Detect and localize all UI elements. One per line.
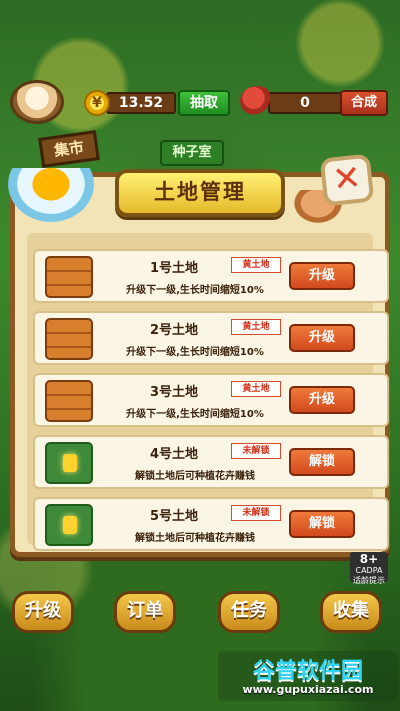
land-status-badge: 未解锁 (231, 505, 281, 521)
fruit-bowl-decoration (8, 168, 94, 222)
lock-icon (63, 454, 77, 472)
player-avatar[interactable] (10, 80, 64, 124)
land-description: 解锁土地后可种植花卉赚钱 (135, 533, 255, 544)
coin-balance: 13.52 (106, 92, 176, 114)
market-sign[interactable]: 集市 (38, 130, 100, 168)
nav-collect-button[interactable]: 收集 (320, 591, 382, 633)
locked-plot-icon (45, 504, 93, 546)
seed-room-sign[interactable]: 种子室 (160, 140, 224, 166)
fruit-icon (240, 86, 274, 116)
panel-title: 土地管理 (115, 169, 285, 217)
lock-icon (63, 516, 77, 534)
land-description: 升级下一级,生长时间缩短10% (126, 347, 264, 358)
locked-plot-icon (45, 442, 93, 484)
bottom-nav: 升级 订单 任务 收集 (0, 591, 400, 637)
land-row-3: 3号土地 黄土地 升级下一级,生长时间缩短10% 升级 (33, 373, 389, 427)
age-rating-label: 适龄提示 (353, 576, 385, 585)
upgrade-land-button[interactable]: 升级 (289, 386, 355, 414)
watermark-url: www.gupuxiazai.com (242, 683, 374, 696)
dirt-plot-icon (45, 256, 93, 298)
land-type-badge: 黄土地 (231, 381, 281, 397)
close-icon[interactable]: ✕ (319, 153, 375, 207)
land-status-badge: 未解锁 (231, 443, 281, 459)
land-row-2: 2号土地 黄土地 升级下一级,生长时间缩短10% 升级 (33, 311, 389, 365)
land-name: 5号土地 (149, 509, 199, 524)
unlock-land-button[interactable]: 解锁 (289, 510, 355, 538)
land-description: 升级下一级,生长时间缩短10% (126, 409, 264, 420)
fruit-count: 0 (268, 92, 342, 114)
land-type-badge: 黄土地 (231, 257, 281, 273)
land-name: 3号土地 (149, 385, 199, 400)
nav-upgrade-button[interactable]: 升级 (12, 591, 74, 633)
combine-button[interactable]: 合成 (340, 90, 388, 116)
age-rating-org: CADPA (355, 566, 383, 575)
land-type-badge: 黄土地 (231, 319, 281, 335)
top-resource-bar: 13.52 ¥ 抽取 0 合成 (0, 80, 400, 124)
yuan-coin-icon: ¥ (84, 90, 110, 116)
land-row-5: 5号土地 未解锁 解锁土地后可种植花卉赚钱 解锁 (33, 497, 389, 551)
nav-tasks-button[interactable]: 任务 (218, 591, 280, 633)
withdraw-button[interactable]: 抽取 (178, 90, 230, 116)
dirt-plot-icon (45, 318, 93, 360)
watermark-title: 谷普软件园 (252, 659, 363, 684)
land-row-1: 1号土地 黄土地 升级下一级,生长时间缩短10% 升级 (33, 249, 389, 303)
age-rating-value: 8+ (359, 552, 379, 566)
land-management-panel: 土地管理 1号土地 黄土地 升级下一级,生长时间缩短10% 升级 2号土地 黄土… (10, 169, 390, 557)
land-name: 2号土地 (149, 323, 199, 338)
upgrade-land-button[interactable]: 升级 (289, 262, 355, 290)
land-name: 4号土地 (149, 447, 199, 462)
unlock-land-button[interactable]: 解锁 (289, 448, 355, 476)
nav-orders-button[interactable]: 订单 (114, 591, 176, 633)
age-rating-badge: 8+ CADPA 适龄提示 (350, 552, 388, 585)
site-watermark: 谷普软件园 www.gupuxiazai.com (218, 651, 398, 701)
land-description: 解锁土地后可种植花卉赚钱 (135, 471, 255, 482)
dirt-plot-icon (45, 380, 93, 422)
land-description: 升级下一级,生长时间缩短10% (126, 285, 264, 296)
land-name: 1号土地 (149, 261, 199, 276)
land-row-4: 4号土地 未解锁 解锁土地后可种植花卉赚钱 解锁 (33, 435, 389, 489)
upgrade-land-button[interactable]: 升级 (289, 324, 355, 352)
